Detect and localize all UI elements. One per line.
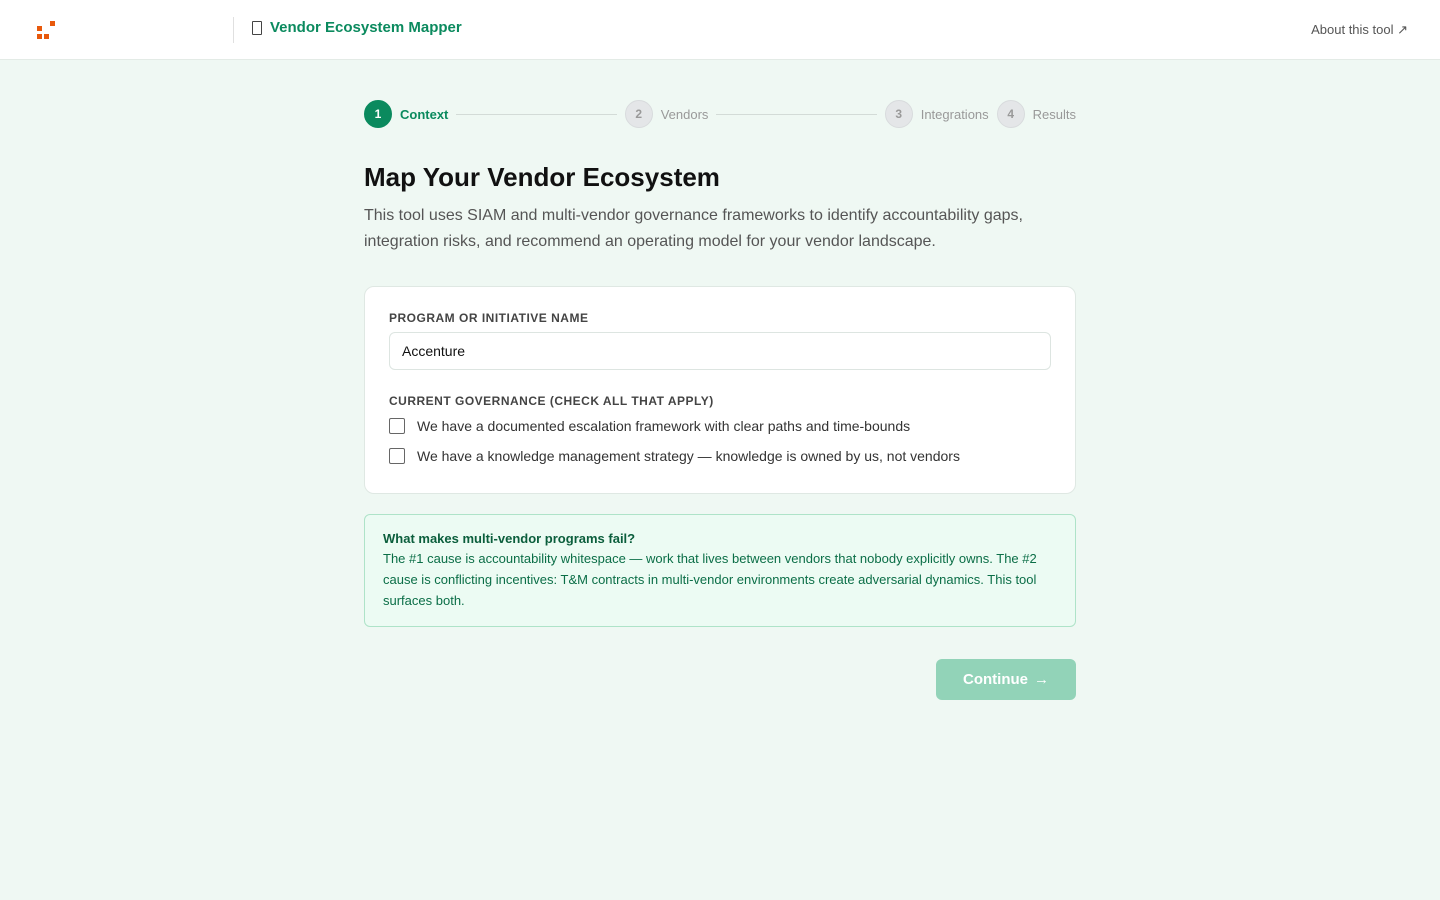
step-integrations[interactable]: 3 Integrations: [884, 100, 989, 128]
app-title-text: Vendor Ecosystem Mapper: [270, 19, 462, 36]
step-label: Integrations: [920, 106, 989, 122]
continue-label: Continue: [963, 671, 1028, 688]
checkbox-label: We have a knowledge management strategy …: [417, 448, 960, 464]
logo-icon[interactable]: [36, 20, 56, 40]
knowledge-management-checkbox[interactable]: [389, 448, 405, 464]
app-title: Vendor Ecosystem Mapper: [252, 19, 462, 36]
header-divider: [233, 17, 234, 43]
step-number: 2: [624, 100, 653, 128]
step-label: Results: [1032, 106, 1077, 122]
about-tool-link[interactable]: About this tool ↗: [1311, 22, 1408, 38]
escalation-framework-option[interactable]: We have a documented escalation framewor…: [389, 418, 1051, 434]
knowledge-management-option[interactable]: We have a knowledge management strategy …: [389, 448, 1051, 464]
step-number: 4: [996, 100, 1025, 128]
step-label: Context: [400, 106, 449, 122]
governance-label: CURRENT GOVERNANCE (CHECK ALL THAT APPLY…: [389, 394, 714, 408]
escalation-framework-checkbox[interactable]: [389, 418, 405, 434]
step-number: 1: [364, 100, 392, 128]
info-title: What makes multi-vendor programs fail?: [383, 531, 636, 546]
step-vendors[interactable]: 2 Vendors: [624, 100, 709, 128]
step-context[interactable]: 1 Context: [364, 100, 448, 128]
step-label: Vendors: [660, 106, 709, 122]
step-connector: [456, 113, 617, 115]
document-icon: [252, 21, 262, 35]
step-connector: [716, 113, 877, 115]
info-callout: What makes multi-vendor programs fail? T…: [364, 514, 1076, 627]
continue-button[interactable]: Continue →: [936, 659, 1076, 700]
progress-stepper: 1 Context 2 Vendors 3 Integrations 4 Res…: [364, 100, 1076, 128]
page-description: This tool uses SIAM and multi-vendor gov…: [364, 207, 1023, 250]
program-name-input[interactable]: [389, 332, 1051, 370]
arrow-right-icon: →: [1034, 671, 1049, 688]
top-bar: Vendor Ecosystem Mapper About this tool …: [0, 0, 1440, 60]
info-body: The #1 cause is accountability whitespac…: [383, 551, 1037, 608]
context-form-card: PROGRAM OR INITIATIVE NAME CURRENT GOVER…: [364, 286, 1076, 494]
program-name-label: PROGRAM OR INITIATIVE NAME: [389, 311, 589, 325]
checkbox-label: We have a documented escalation framewor…: [417, 418, 911, 434]
step-number: 3: [884, 100, 913, 128]
page-title: Map Your Vendor Ecosystem: [364, 162, 720, 192]
step-results[interactable]: 4 Results: [996, 100, 1077, 128]
